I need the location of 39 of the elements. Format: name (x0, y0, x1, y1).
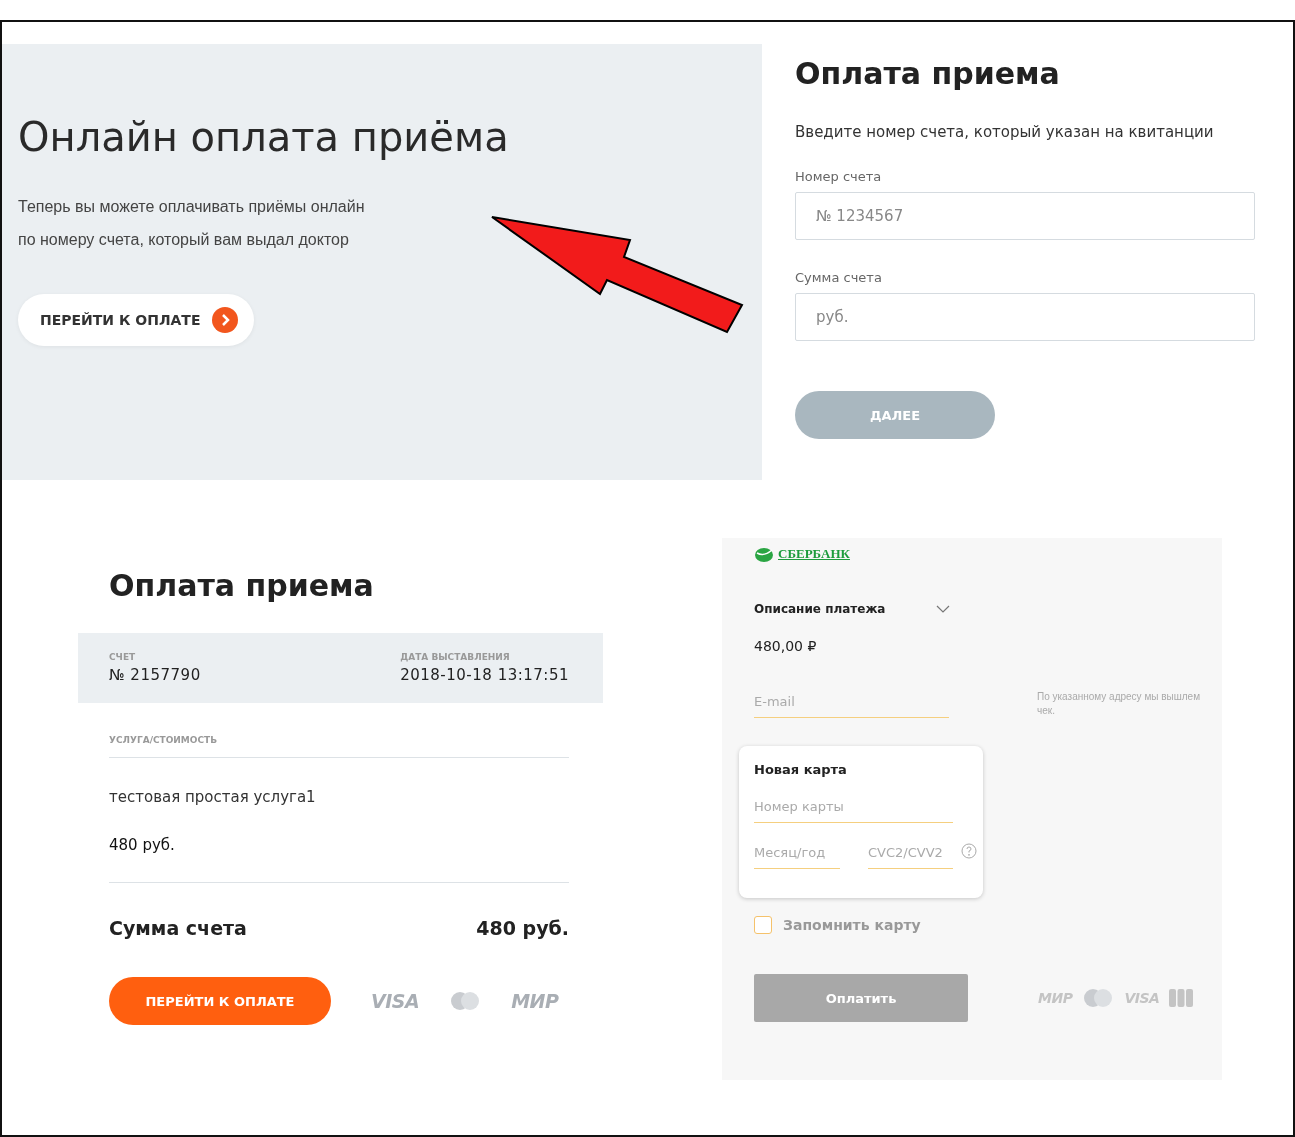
invoice-title: Оплата приема (109, 568, 375, 603)
meta-label: ДАТА ВЫСТАВЛЕНИЯ (400, 652, 511, 662)
checkbox-label: Запомнить карту (783, 917, 921, 933)
card-brand-logo: VISA (371, 990, 420, 1012)
service-name: тестовая простая услуга1 (109, 788, 317, 806)
instruction-text: Введите номер счета, который указан на квитанции (795, 123, 1215, 141)
field-label: Сумма счета (795, 270, 882, 285)
service-price: 480 руб. (109, 836, 176, 854)
checkbox[interactable] (754, 916, 772, 934)
input-field[interactable]: руб. (795, 293, 1255, 341)
help-icon[interactable] (961, 843, 977, 859)
email-hint: По указанному адресу мы вышлем чек. (1037, 690, 1202, 718)
total-value: 480 руб. (476, 917, 569, 939)
hero-text: Теперь вы можете оплачивать приёмы онлайн по номеру счета, который вам выдал доктор (18, 197, 365, 250)
go-to-payment-button[interactable]: ПЕРЕЙТИ К ОПЛАТЕ (18, 294, 255, 346)
expiry-field[interactable]: Месяц/год (754, 841, 840, 869)
two-circles-icon (449, 991, 482, 1011)
total-label: Сумма счета (109, 917, 247, 939)
go-to-payment-button[interactable]: ПЕРЕЙТИ К ОПЛАТЕ (109, 977, 331, 1025)
chevron-icon (212, 307, 239, 333)
bank-name[interactable]: СБЕРБАНК (778, 546, 850, 562)
payment-amount: 480,00 ₽ (754, 638, 818, 654)
description-toggle[interactable]: Описание платежа (754, 602, 950, 616)
meta-label: СЧЕТ (109, 652, 137, 662)
email-field[interactable]: E-mail (754, 690, 949, 718)
form-title: Оплата приема (795, 56, 1061, 91)
cvc-field[interactable]: CVC2/CVV2 (868, 841, 953, 869)
section-header: УСЛУГА/СТОИМОСТЬ (109, 703, 569, 758)
two-circles-icon (1082, 988, 1115, 1008)
field-label: Номер счета (795, 169, 882, 184)
meta-value: № 2157790 (109, 666, 201, 684)
card-number-field[interactable]: Номер карты (754, 795, 953, 823)
hero-title: Онлайн оплата приёма (18, 114, 510, 160)
bank-logo-icon (754, 546, 774, 562)
input-field[interactable]: № 1234567 (795, 192, 1255, 240)
meta-value: 2018-10-18 13:17:51 (400, 666, 569, 684)
card-logo-icon (1169, 989, 1194, 1007)
card-brand-logo: МИР (511, 990, 559, 1012)
card-form-title: Новая карта (754, 762, 848, 777)
